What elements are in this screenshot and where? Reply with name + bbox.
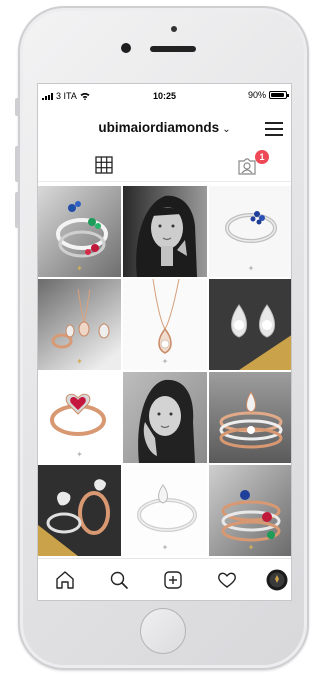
post-thumbnail[interactable] bbox=[209, 372, 291, 463]
home-icon[interactable] bbox=[54, 569, 76, 591]
volume-up-button bbox=[15, 146, 19, 182]
status-bar: 3 ITA 10:25 90% bbox=[38, 84, 291, 106]
chevron-down-icon: ⌄ bbox=[222, 124, 231, 135]
post-thumbnail[interactable]: ✦ bbox=[38, 279, 121, 370]
username-switcher[interactable]: ubimaiordiamonds ⌄ bbox=[38, 120, 291, 135]
volume-down-button bbox=[15, 192, 19, 228]
post-thumbnail[interactable] bbox=[123, 372, 207, 463]
sensor-dot bbox=[171, 26, 177, 32]
profile-tabs: 1 bbox=[38, 150, 291, 182]
bottom-navigation bbox=[38, 558, 291, 600]
phone-screen: 3 ITA 10:25 90% ubimaiordiamonds ⌄ 1 ✦ ✦… bbox=[38, 84, 291, 600]
watermark-icon: ✦ bbox=[76, 450, 83, 459]
watermark-icon: ✦ bbox=[161, 357, 169, 366]
watermark-icon: ✦ bbox=[247, 264, 255, 273]
profile-header: ubimaiordiamonds ⌄ bbox=[38, 114, 291, 140]
posts-grid: ✦ ✦ ✦ ✦ ✦ ✦ ✦ bbox=[38, 186, 291, 558]
tagged-photos-icon[interactable] bbox=[237, 156, 257, 181]
mute-switch bbox=[15, 98, 19, 116]
post-thumbnail[interactable] bbox=[123, 186, 207, 277]
watermark-icon: ✦ bbox=[161, 543, 169, 552]
post-thumbnail[interactable] bbox=[209, 279, 291, 370]
username-label: ubimaiordiamonds bbox=[98, 120, 220, 135]
watermark-icon: ✦ bbox=[76, 357, 83, 366]
watermark-icon: ✦ bbox=[76, 264, 83, 273]
search-icon[interactable] bbox=[108, 569, 130, 591]
post-thumbnail[interactable]: ✦ bbox=[38, 186, 121, 277]
activity-heart-icon[interactable] bbox=[216, 569, 238, 591]
notification-badge: 1 bbox=[255, 150, 269, 164]
grid-icon[interactable] bbox=[95, 156, 113, 179]
home-button[interactable] bbox=[140, 608, 186, 654]
new-post-icon[interactable] bbox=[162, 569, 184, 591]
hamburger-menu-icon[interactable] bbox=[265, 122, 283, 136]
front-camera bbox=[121, 43, 131, 53]
watermark-icon: ✦ bbox=[247, 543, 255, 552]
battery-fill bbox=[271, 93, 284, 97]
post-thumbnail[interactable]: ✦ bbox=[123, 279, 207, 370]
post-thumbnail[interactable] bbox=[38, 465, 121, 556]
profile-avatar-icon[interactable] bbox=[266, 569, 288, 591]
post-thumbnail[interactable]: ✦ bbox=[38, 372, 121, 463]
earpiece-speaker bbox=[150, 46, 196, 52]
battery-icon bbox=[269, 91, 289, 99]
post-thumbnail[interactable]: ✦ bbox=[209, 186, 291, 277]
post-thumbnail[interactable]: ✦ bbox=[123, 465, 207, 556]
post-thumbnail[interactable]: ✦ bbox=[209, 465, 291, 556]
battery-percent: 90% bbox=[247, 90, 266, 100]
